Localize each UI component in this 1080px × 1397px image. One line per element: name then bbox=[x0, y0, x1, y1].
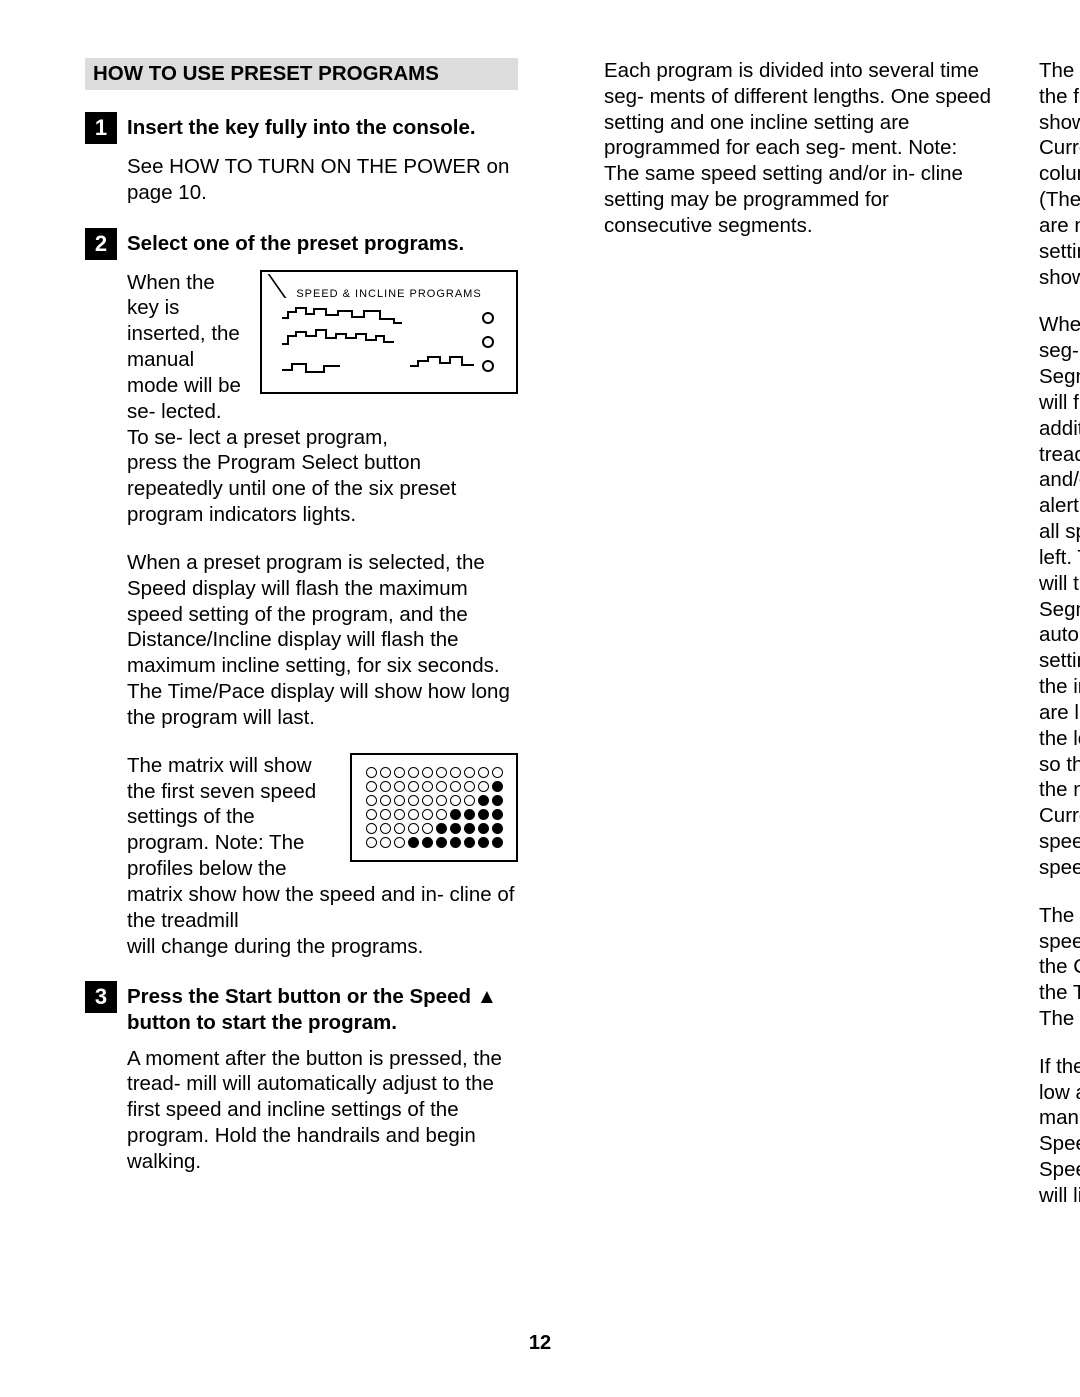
matrix-dot-icon bbox=[394, 781, 405, 792]
step-3: 3 Press the Start button or the Speed ▲ … bbox=[85, 981, 518, 1035]
matrix-dot-icon bbox=[436, 767, 447, 778]
matrix-dot-icon bbox=[492, 837, 503, 848]
page-content: HOW TO USE PRESET PROGRAMS 1 Insert the … bbox=[0, 0, 1080, 1230]
right-para-1b: shown in the seven columns to the right. bbox=[1039, 265, 1080, 291]
right-col-block-1: Current Segment The speed setting for th… bbox=[1039, 58, 1080, 290]
matrix-dot-icon bbox=[464, 767, 475, 778]
page-number: 12 bbox=[0, 1332, 1080, 1355]
matrix-figure-small bbox=[350, 753, 518, 862]
matrix-dot-icon bbox=[366, 781, 377, 792]
matrix-dot-icon bbox=[478, 823, 489, 834]
matrix-dot-icon bbox=[464, 809, 475, 820]
right-para-2: When only three seconds remain in the fi… bbox=[1039, 312, 1080, 880]
matrix-dot-icon bbox=[380, 781, 391, 792]
matrix-dot-icon bbox=[394, 823, 405, 834]
matrix-dot-icon bbox=[492, 823, 503, 834]
matrix-dot-icon bbox=[450, 823, 461, 834]
matrix-dot-icon bbox=[366, 823, 377, 834]
step-number-3: 3 bbox=[85, 981, 117, 1013]
matrix-dot-icon bbox=[450, 809, 461, 820]
matrix-dot-icon bbox=[478, 809, 489, 820]
matrix-dot-icon bbox=[464, 837, 475, 848]
matrix-dot-icon bbox=[478, 781, 489, 792]
section-title: HOW TO USE PRESET PROGRAMS bbox=[85, 58, 518, 90]
right-para-3: The program will continue in this way un… bbox=[1039, 903, 1080, 1032]
matrix-dot-icon bbox=[478, 795, 489, 806]
matrix-dot-icon bbox=[436, 837, 447, 848]
selector-dot-icon bbox=[482, 312, 494, 324]
matrix-dot-icon bbox=[464, 795, 475, 806]
matrix-dot-icon bbox=[436, 809, 447, 820]
step-3-heading: Press the Start button or the Speed ▲ bu… bbox=[127, 981, 518, 1035]
step-2-heading: Select one of the preset programs. bbox=[127, 228, 464, 257]
matrix-dot-icon bbox=[408, 781, 419, 792]
matrix-dot-icon bbox=[394, 837, 405, 848]
matrix-dot-icon bbox=[408, 823, 419, 834]
step-2-para-1b: press the Program Select button repeated… bbox=[127, 450, 518, 527]
matrix-dot-icon bbox=[464, 781, 475, 792]
step-1: 1 Insert the key fully into the console. bbox=[85, 112, 518, 144]
matrix-dot-icon bbox=[422, 837, 433, 848]
matrix-dot-icon bbox=[380, 809, 391, 820]
step-2: 2 Select one of the preset programs. bbox=[85, 228, 518, 260]
matrix-dot-icon bbox=[394, 767, 405, 778]
matrix-dot-icon bbox=[492, 809, 503, 820]
matrix-dot-icon bbox=[408, 795, 419, 806]
step-1-heading: Insert the key fully into the console. bbox=[127, 112, 476, 141]
matrix-dot-icon bbox=[436, 823, 447, 834]
matrix-dot-icon bbox=[464, 823, 475, 834]
matrix-dot-icon bbox=[408, 837, 419, 848]
matrix-dot-icon bbox=[408, 767, 419, 778]
matrix-dot-icon bbox=[450, 767, 461, 778]
matrix-dot-icon bbox=[380, 823, 391, 834]
matrix-dot-icon bbox=[366, 795, 377, 806]
step-3-para-1: A moment after the button is pressed, th… bbox=[127, 1046, 518, 1175]
matrix-dot-icon bbox=[436, 795, 447, 806]
matrix-dot-icon bbox=[380, 795, 391, 806]
matrix-dot-icon bbox=[380, 767, 391, 778]
step-2-para-3b: will change during the programs. bbox=[127, 934, 518, 960]
programs-figure: SPEED & INCLINE PROGRAMS bbox=[260, 270, 518, 394]
matrix-dot-icon bbox=[422, 809, 433, 820]
step-number-2: 2 bbox=[85, 228, 117, 260]
matrix-dot-icon bbox=[422, 823, 433, 834]
step-2-para-2: When a preset program is selected, the S… bbox=[127, 550, 518, 731]
step-1-body: See HOW TO TURN ON THE POWER on page 10. bbox=[127, 154, 518, 206]
matrix-dot-icon bbox=[422, 767, 433, 778]
step-2-body: SPEED & INCLINE PROGRAMS bbox=[127, 270, 518, 960]
matrix-dot-icon bbox=[450, 795, 461, 806]
matrix-dot-icon bbox=[394, 795, 405, 806]
matrix-dot-icon bbox=[366, 837, 377, 848]
step-number-1: 1 bbox=[85, 112, 117, 144]
matrix-dot-icon bbox=[422, 795, 433, 806]
step-1-para-1: See HOW TO TURN ON THE POWER on page 10. bbox=[127, 154, 518, 206]
matrix-dot-icon bbox=[366, 809, 377, 820]
matrix-dot-icon bbox=[492, 767, 503, 778]
matrix-dot-icon bbox=[450, 781, 461, 792]
selector-dot-icon bbox=[482, 360, 494, 372]
matrix-dot-icon bbox=[436, 781, 447, 792]
matrix-dot-icon bbox=[408, 809, 419, 820]
right-para-1a: The speed setting for the first segment … bbox=[1039, 59, 1080, 263]
matrix-dot-icon bbox=[422, 781, 433, 792]
matrix-dot-icon bbox=[478, 767, 489, 778]
matrix-dot-icon bbox=[450, 837, 461, 848]
matrix-dot-icon bbox=[394, 809, 405, 820]
matrix-dot-icon bbox=[478, 837, 489, 848]
matrix-dot-icon bbox=[366, 767, 377, 778]
matrix-dot-icon bbox=[492, 795, 503, 806]
matrix-dot-icon bbox=[492, 781, 503, 792]
selector-dot-icon bbox=[482, 336, 494, 348]
step-3-para-2: Each program is divided into several tim… bbox=[604, 58, 995, 239]
matrix-dot-icon bbox=[380, 837, 391, 848]
programs-profiles-icon bbox=[280, 302, 502, 386]
